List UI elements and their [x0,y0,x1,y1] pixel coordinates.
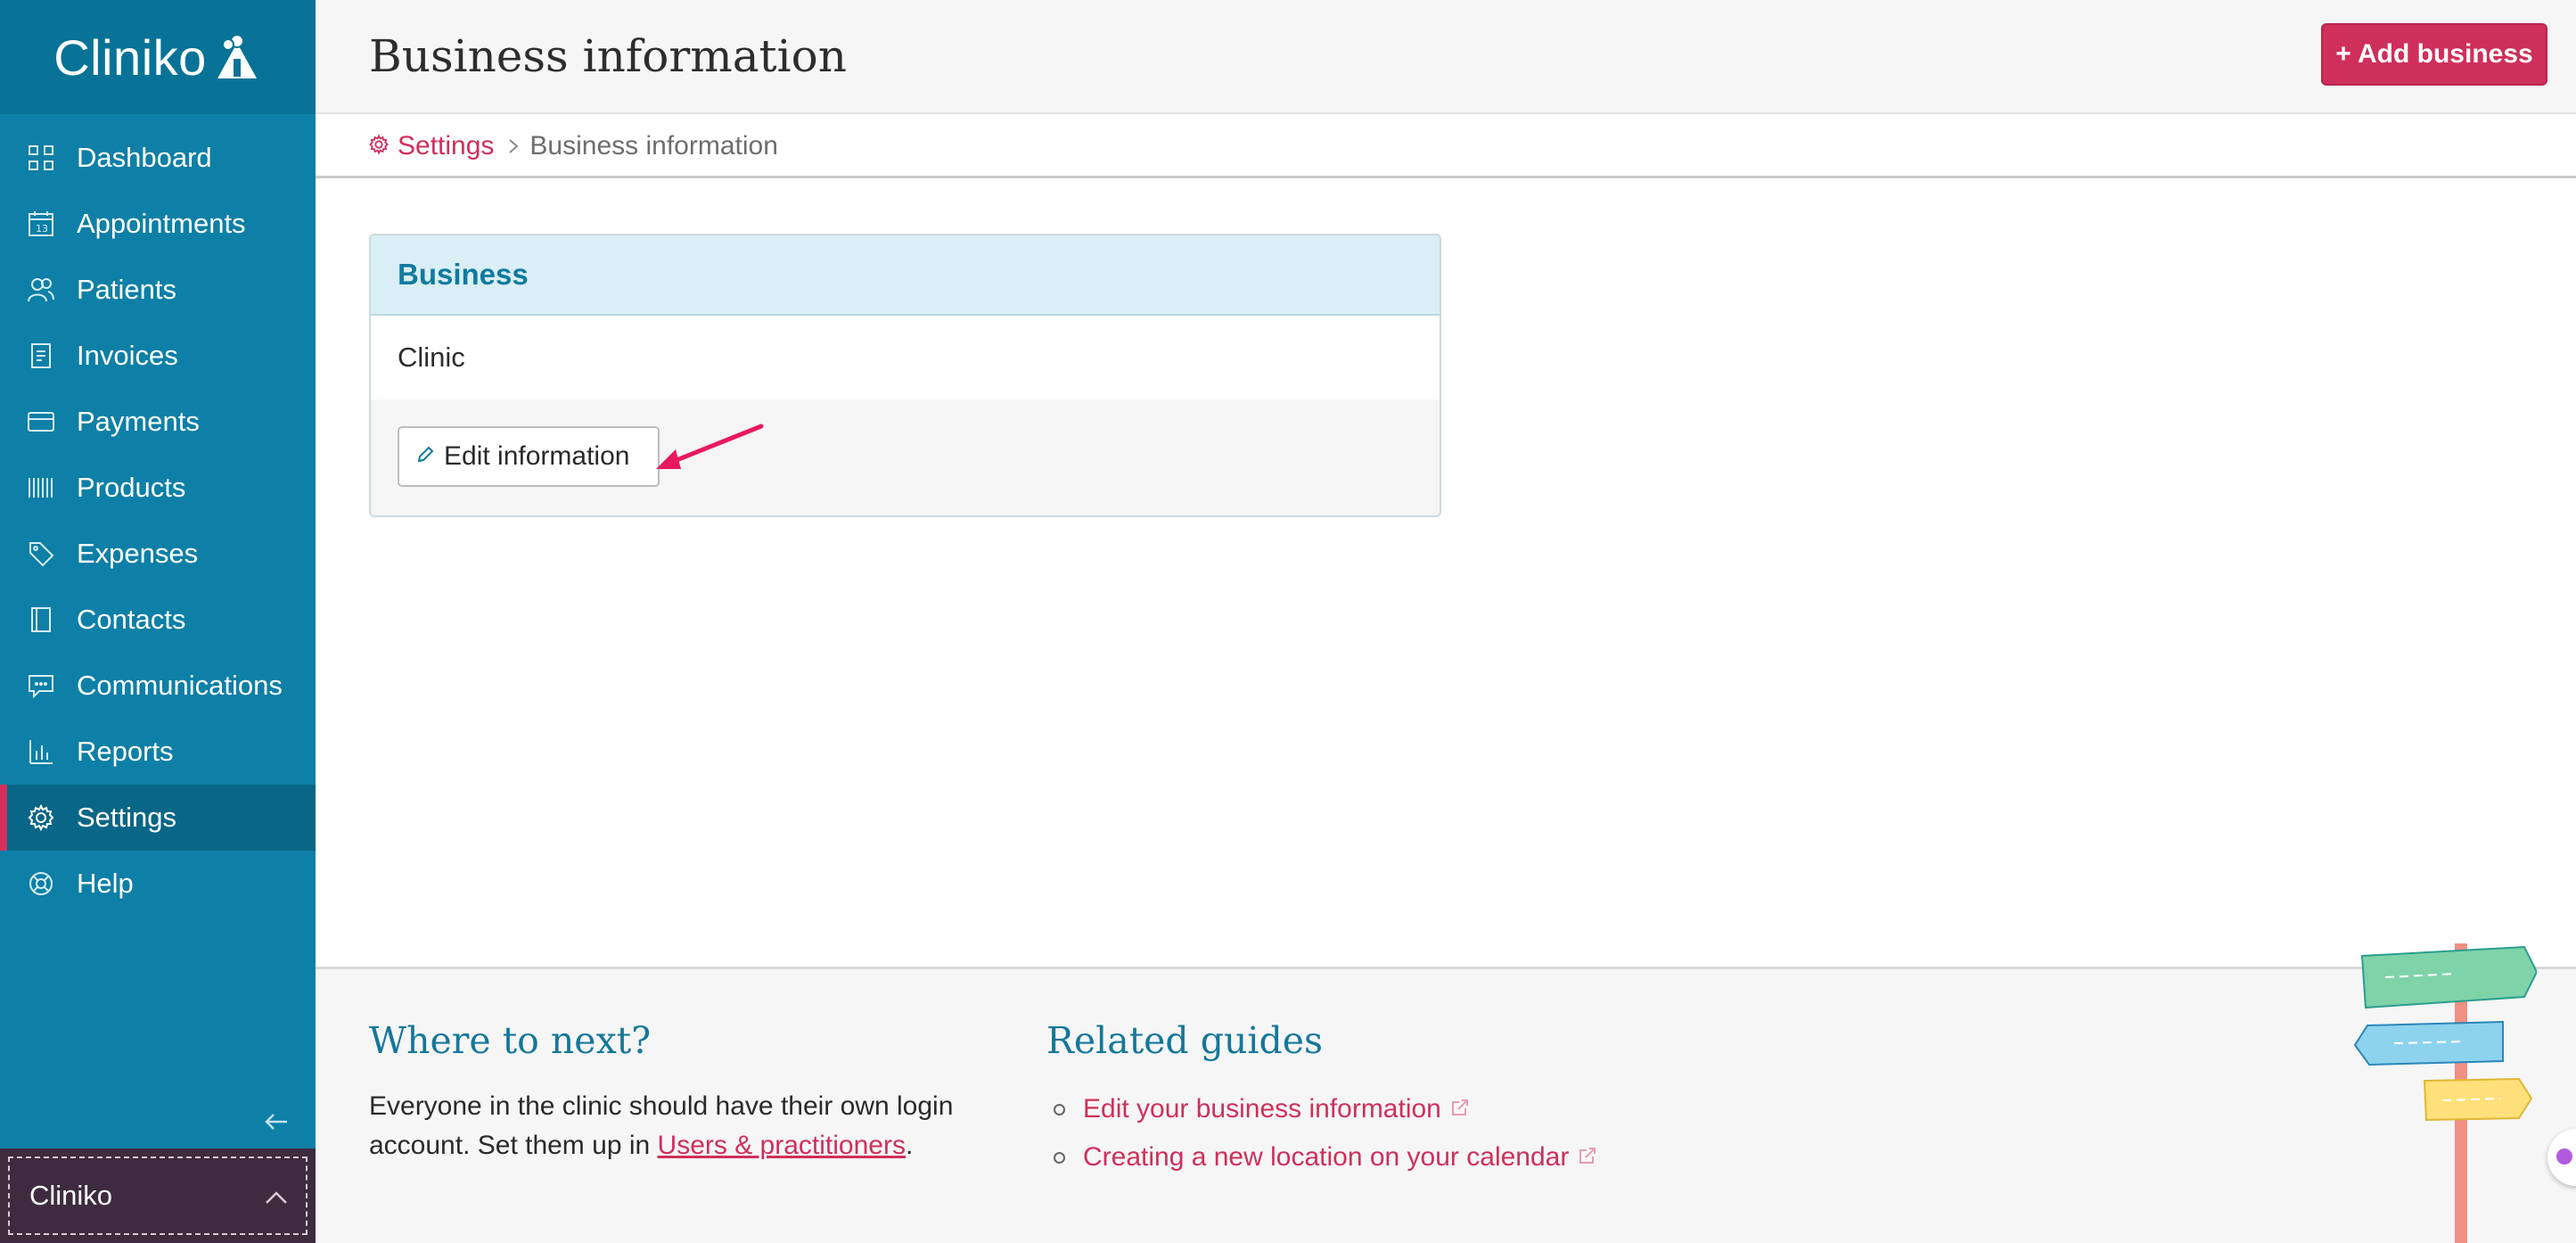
arrow-left-icon [264,1112,289,1136]
guide-link-new-location[interactable]: Creating a new location on your calendar [1083,1142,1597,1173]
cliniko-mascot-icon [212,32,262,82]
account-name: Cliniko [29,1180,113,1211]
sidebar-item-label: Patients [77,274,177,305]
where-to-next-text-after: . [905,1131,914,1160]
sidebar-item-contacts[interactable]: Contacts [0,587,316,653]
address-book-icon [25,604,57,636]
account-switcher: Cliniko [0,1148,316,1243]
sidebar: Cliniko Dashboard 13 Appointments Patien… [0,0,316,1243]
where-to-next-text: Everyone in the clinic should have their… [369,1087,1011,1165]
account-switcher-button[interactable]: Cliniko [8,1157,308,1235]
business-card-title: Business [371,235,1440,316]
sidebar-nav: Dashboard 13 Appointments Patients Invoi… [0,114,316,917]
credit-card-icon [25,406,57,438]
sidebar-item-settings[interactable]: Settings [0,785,316,851]
sidebar-item-label: Communications [77,670,283,701]
sidebar-item-label: Settings [77,802,177,833]
annotation-arrow [656,424,764,469]
guide-link-label: Edit your business information [1083,1094,1441,1124]
breadcrumb-current: Business information [529,130,778,161]
guide-link-edit-business[interactable]: Edit your business information [1083,1094,1470,1124]
barcode-icon [25,472,57,504]
breadcrumb: Settings Business information [316,116,2576,178]
pencil-icon [415,441,435,472]
edit-information-label: Edit information [444,441,630,471]
chevron-up-icon [265,1180,288,1212]
signpost-illustration [2353,943,2537,1243]
sidebar-item-label: Dashboard [77,142,212,173]
gear-icon [369,131,389,161]
calendar-icon: 13 [25,208,57,240]
where-to-next-heading: Where to next? [369,1019,652,1062]
chat-icon [25,670,57,702]
sidebar-item-label: Products [77,472,186,503]
sidebar-item-communications[interactable]: Communications [0,653,316,719]
sidebar-item-reports[interactable]: Reports [0,719,316,785]
chevron-right-icon [508,137,519,155]
svg-text:13: 13 [36,223,48,235]
logo-text: Cliniko [53,29,207,86]
collapse-sidebar-button[interactable] [258,1106,294,1141]
breadcrumb-settings-label: Settings [398,130,495,161]
logo[interactable]: Cliniko [0,0,316,114]
related-guides-list: Edit your business information Creating … [1046,1085,1849,1181]
page-footer: Where to next? Everyone in the clinic sh… [316,967,2576,1243]
page-title: Business information [369,30,847,82]
people-icon [25,274,57,306]
grid-icon [25,142,57,174]
page-header: Business information + Add business [316,0,2576,114]
users-practitioners-link[interactable]: Users & practitioners [658,1131,906,1160]
edit-information-button[interactable]: Edit information [398,426,660,487]
related-guides-section: Related guides Edit your business inform… [1046,1019,1849,1181]
tag-icon [25,538,57,570]
sidebar-item-expenses[interactable]: Expenses [0,521,316,587]
bar-chart-icon [25,736,57,768]
sidebar-item-label: Help [77,868,134,899]
bullet-icon [1054,1103,1065,1115]
sidebar-item-appointments[interactable]: 13 Appointments [0,191,316,257]
list-item: Edit your business information [1046,1085,1849,1133]
where-to-next-section: Where to next? Everyone in the clinic sh… [369,1019,1011,1165]
add-business-button[interactable]: + Add business [2321,23,2547,86]
list-item: Creating a new location on your calendar [1046,1133,1849,1181]
sidebar-item-label: Appointments [77,208,246,239]
external-link-icon [1450,1094,1470,1124]
sidebar-item-help[interactable]: Help [0,851,316,917]
guide-link-label: Creating a new location on your calendar [1083,1142,1570,1172]
sidebar-item-label: Payments [77,406,200,437]
sidebar-item-products[interactable]: Products [0,455,316,521]
external-link-icon [1578,1142,1597,1173]
gear-icon [25,802,57,834]
bullet-icon [1054,1151,1065,1164]
sidebar-item-label: Expenses [77,538,199,569]
sidebar-item-label: Reports [77,736,174,767]
sidebar-item-dashboard[interactable]: Dashboard [0,125,316,191]
sidebar-item-patients[interactable]: Patients [0,257,316,323]
sidebar-item-payments[interactable]: Payments [0,389,316,455]
sidebar-item-label: Contacts [77,604,186,635]
sidebar-item-label: Invoices [77,340,178,371]
lifebuoy-icon [25,868,57,900]
business-name: Clinic [371,316,1440,399]
business-card: Business Clinic Edit information [369,234,1441,517]
related-guides-heading: Related guides [1046,1019,1324,1062]
document-icon [25,340,57,372]
sidebar-item-invoices[interactable]: Invoices [0,323,316,389]
breadcrumb-settings-link[interactable]: Settings [369,131,494,161]
